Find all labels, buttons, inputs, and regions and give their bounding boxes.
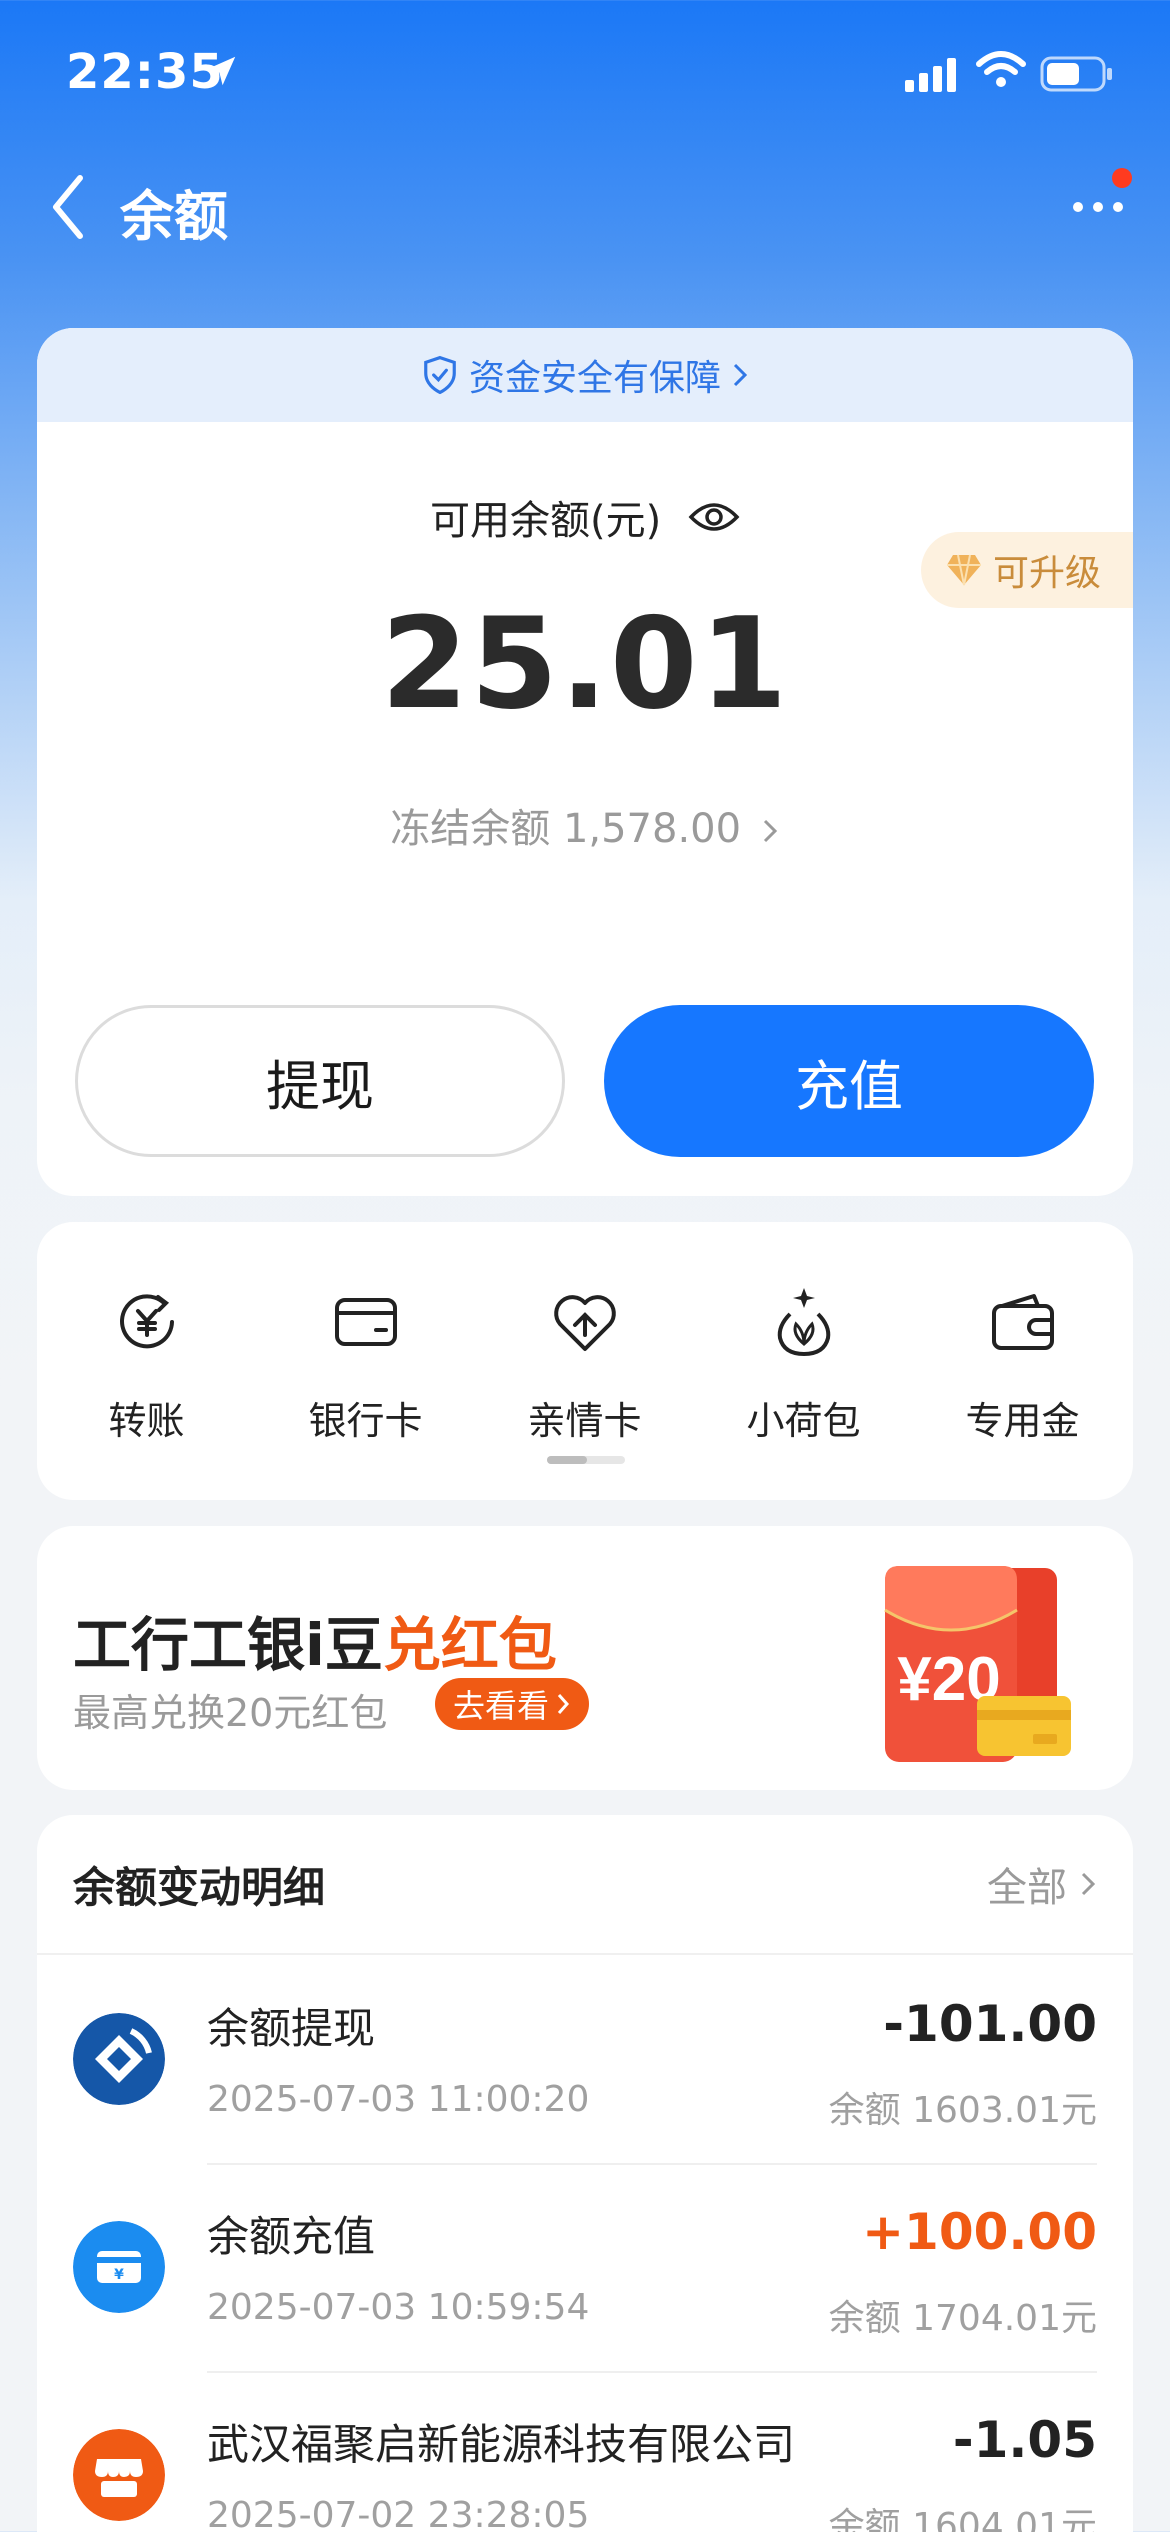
battery-icon xyxy=(1040,56,1112,92)
quick-action-label: 小荷包 xyxy=(746,1399,861,1443)
wifi-icon xyxy=(976,51,1026,87)
promo-banner[interactable]: 工行工银i豆兑红包 最高兑换20元红包 去看看 ¥20 xyxy=(37,1526,1133,1790)
recharge-button[interactable]: 充值 xyxy=(604,1005,1094,1157)
chevron-right-icon xyxy=(733,363,748,387)
promo-subtitle: 最高兑换20元红包 xyxy=(73,1691,388,1735)
frozen-balance-label: 冻结余额 xyxy=(390,806,551,852)
notification-dot xyxy=(1112,168,1132,188)
transfer-yuan-icon xyxy=(119,1294,174,1349)
promo-title-highlight: 兑红包 xyxy=(382,1611,557,1679)
transaction-name: 余额充值 xyxy=(207,2212,376,2261)
promo-title-main: 工行工银i豆 xyxy=(73,1611,383,1679)
quick-action-label: 专用金 xyxy=(965,1399,1080,1443)
lotus-pouch-icon xyxy=(777,1288,830,1357)
red-envelope-icon: ¥20 xyxy=(884,1566,1071,1762)
filter-all-button[interactable]: 全部 xyxy=(987,1855,1097,1913)
page-title: 余额 xyxy=(120,185,228,248)
quick-action-bank-card[interactable]: 银行卡 xyxy=(256,1282,475,1445)
wallet-icon xyxy=(991,1294,1054,1350)
recharge-card-icon: ¥ xyxy=(73,2221,165,2313)
back-chevron-icon[interactable] xyxy=(48,172,88,242)
balance-card: 资金安全有保障 可用余额(元) 可升级 25.01 冻结余额 1,578.00 … xyxy=(37,328,1133,1196)
merchant-shop-icon xyxy=(73,2429,165,2521)
family-card-heart-icon xyxy=(553,1295,616,1351)
transaction-balance: 余额 1603.01元 xyxy=(828,2090,1097,2131)
filter-all-label: 全部 xyxy=(987,1865,1067,1911)
quick-action-label: 亲情卡 xyxy=(527,1399,642,1443)
withdraw-button[interactable]: 提现 xyxy=(75,1005,565,1157)
quick-action-label: 转账 xyxy=(108,1399,185,1443)
svg-text:¥: ¥ xyxy=(114,2267,124,2283)
quick-actions-card: 转账 银行卡 亲情卡 小荷包 专用金 xyxy=(37,1222,1133,1500)
status-time: 22:35 xyxy=(66,44,224,100)
transaction-name: 武汉福聚启新能源科技有限公司 xyxy=(207,2420,796,2469)
safety-banner-text: 资金安全有保障 xyxy=(468,358,721,399)
bank-card-icon xyxy=(334,1298,397,1346)
promo-go-label: 去看看 xyxy=(453,1687,550,1725)
chevron-right-icon xyxy=(1081,1872,1096,1896)
transaction-balance: 余额 1704.01元 xyxy=(828,2298,1097,2339)
cellular-signal-icon xyxy=(905,58,956,92)
diamond-icon xyxy=(947,554,981,586)
scroll-indicator xyxy=(547,1456,625,1464)
transactions-card: 余额变动明细 全部 余额提现 2025-07-03 11:00:20 -101.… xyxy=(37,1815,1133,2532)
transaction-date: 2025-07-03 11:00:20 xyxy=(207,2079,590,2120)
chevron-right-icon xyxy=(557,1694,570,1714)
transaction-row[interactable]: 余额提现 2025-07-03 11:00:20 -101.00 余额 1603… xyxy=(37,1957,1133,2165)
location-arrow-icon xyxy=(206,56,236,86)
frozen-balance-amount: 1,578.00 xyxy=(562,806,742,852)
quick-action-transfer[interactable]: 转账 xyxy=(37,1282,256,1445)
transaction-amount: -101.00 xyxy=(883,1995,1097,2053)
promo-go-button[interactable]: 去看看 xyxy=(435,1678,590,1730)
promo-title: 工行工银i豆兑红包 xyxy=(73,1598,557,1682)
quick-action-special-fund[interactable]: 专用金 xyxy=(913,1282,1132,1445)
transaction-amount: -1.05 xyxy=(952,2411,1097,2469)
chevron-right-icon xyxy=(763,819,777,843)
available-balance-amount: 25.01 xyxy=(380,590,790,737)
status-bar: 22:35 xyxy=(0,0,1170,150)
quick-action-family-card[interactable]: 亲情卡 xyxy=(475,1282,694,1445)
transaction-name: 余额提现 xyxy=(207,2004,376,2053)
transaction-date: 2025-07-03 10:59:54 xyxy=(207,2287,590,2328)
quick-action-pouch[interactable]: 小荷包 xyxy=(694,1282,913,1445)
transaction-amount: +100.00 xyxy=(862,2203,1097,2261)
quick-action-label: 银行卡 xyxy=(308,1399,423,1443)
frozen-balance[interactable]: 冻结余额 1,578.00 xyxy=(37,796,1133,854)
transactions-header: 余额变动明细 全部 xyxy=(37,1815,1133,1955)
upgrade-label: 可升级 xyxy=(993,553,1102,594)
more-options-icon[interactable] xyxy=(1068,192,1128,222)
eye-icon[interactable] xyxy=(688,499,740,535)
safety-banner[interactable]: 资金安全有保障 xyxy=(37,328,1133,422)
ccb-bank-icon xyxy=(73,2013,165,2105)
shield-check-icon xyxy=(424,355,456,395)
transaction-row[interactable]: 武汉福聚启新能源科技有限公司 2025-07-02 23:28:05 -1.05… xyxy=(37,2373,1133,2532)
transactions-title: 余额变动明细 xyxy=(73,1862,326,1912)
transaction-row[interactable]: ¥ 余额充值 2025-07-03 10:59:54 +100.00 余额 17… xyxy=(37,2165,1133,2373)
transaction-date: 2025-07-02 23:28:05 xyxy=(207,2495,590,2532)
balance-label-text: 可用余额(元) xyxy=(430,498,662,544)
transaction-balance: 余额 1604.01元 xyxy=(828,2506,1097,2532)
